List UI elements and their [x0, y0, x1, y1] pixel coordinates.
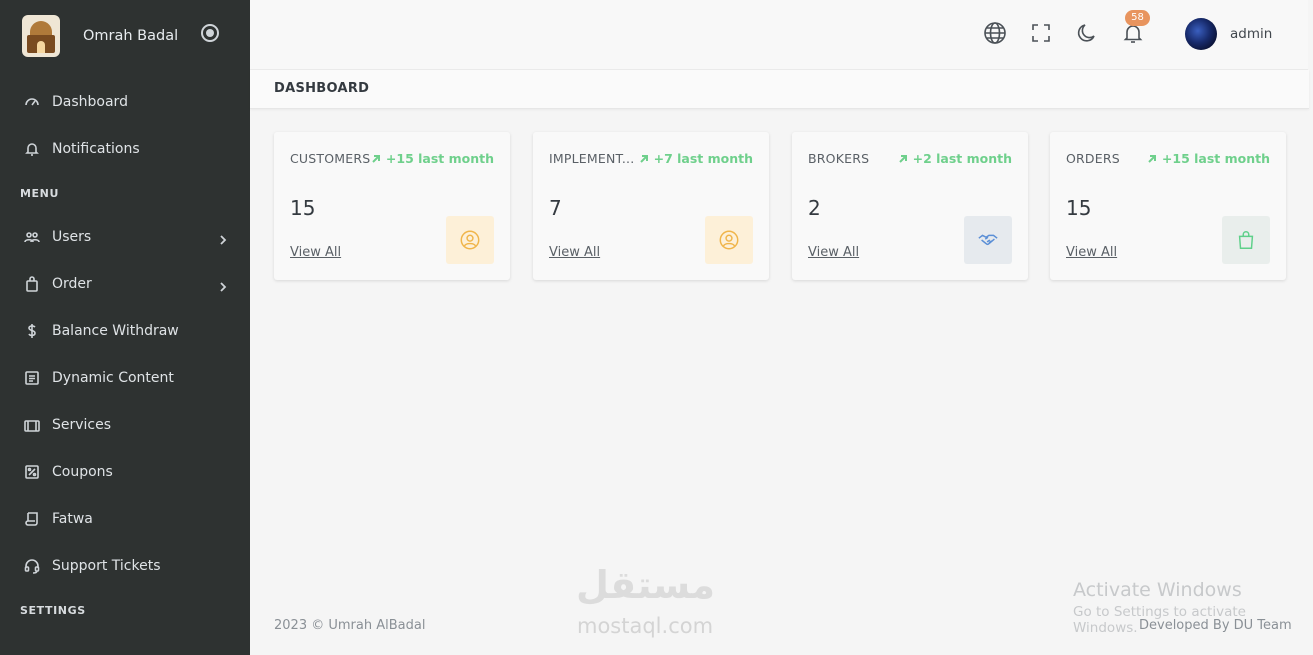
sidebar-item-users[interactable]: Users: [0, 217, 250, 257]
user-circle-icon: [446, 216, 494, 264]
sidebar: Omrah Badal Dashboard Notifications MENU…: [0, 0, 250, 655]
page-title: DASHBOARD: [274, 81, 370, 96]
stat-card-brokers: BROKERS +2 last month 2 View All: [792, 132, 1028, 280]
content-icon: [24, 370, 40, 386]
users-icon: [24, 229, 40, 245]
sidebar-item-support-tickets[interactable]: Support Tickets: [0, 546, 250, 586]
topbar: 58 admin: [250, 0, 1308, 70]
brand-name: Omrah Badal: [83, 28, 179, 44]
username[interactable]: admin: [1230, 26, 1272, 42]
sidebar-item-label: Balance Withdraw: [52, 323, 179, 339]
arrow-up-right-icon: [1148, 154, 1156, 163]
page-header: DASHBOARD: [250, 70, 1309, 109]
sidebar-item-coupons[interactable]: Coupons: [0, 452, 250, 492]
sidebar-item-label: Notifications: [52, 141, 140, 157]
card-title: CUSTOMERS: [290, 151, 371, 166]
card-trend: +2 last month: [898, 151, 1012, 166]
fullscreen-icon[interactable]: [1029, 21, 1053, 45]
settings-section-title: SETTINGS: [20, 604, 86, 617]
sidebar-item-notifications[interactable]: Notifications: [0, 129, 250, 169]
sidebar-item-label: Fatwa: [52, 511, 93, 527]
footer-credit: Developed By DU Team: [1139, 618, 1292, 633]
sidebar-item-label: Services: [52, 417, 112, 433]
sidebar-toggle-icon[interactable]: [201, 24, 219, 42]
brand-logo: [22, 15, 60, 57]
menu-section-title: MENU: [20, 187, 59, 200]
card-title: BROKERS: [808, 151, 870, 166]
card-value: 15: [290, 196, 316, 220]
chevron-right-icon: [217, 231, 229, 245]
stat-card-customers: CUSTOMERS +15 last month 15 View All: [274, 132, 510, 280]
card-trend-text: +15 last month: [1161, 151, 1270, 166]
sidebar-item-label: Coupons: [52, 464, 113, 480]
card-trend-text: +7 last month: [653, 151, 753, 166]
watermark-url: mostaql.com: [577, 614, 714, 638]
shopping-bag-icon: [24, 276, 40, 292]
card-trend-text: +2 last month: [912, 151, 1012, 166]
view-all-link[interactable]: View All: [1066, 245, 1117, 260]
sidebar-item-fatwa[interactable]: Fatwa: [0, 499, 250, 539]
sidebar-item-order[interactable]: Order: [0, 264, 250, 304]
headset-icon: [24, 558, 40, 574]
view-all-link[interactable]: View All: [808, 245, 859, 260]
card-value: 2: [808, 196, 821, 220]
card-value: 15: [1066, 196, 1092, 220]
sidebar-item-dashboard[interactable]: Dashboard: [0, 82, 250, 122]
dashboard-icon: [24, 94, 40, 110]
dollar-icon: [24, 323, 40, 339]
view-all-link[interactable]: View All: [290, 245, 341, 260]
globe-icon[interactable]: [983, 21, 1007, 45]
sidebar-item-balance-withdraw[interactable]: Balance Withdraw: [0, 311, 250, 351]
chevron-right-icon: [217, 278, 229, 292]
notification-badge: 58: [1125, 10, 1150, 26]
sidebar-item-label: Order: [52, 276, 92, 292]
activate-windows-title: Activate Windows: [1073, 579, 1242, 601]
view-all-link[interactable]: View All: [549, 245, 600, 260]
shopping-bag-icon: [1222, 216, 1270, 264]
arrow-up-right-icon: [639, 154, 648, 163]
stat-card-orders: ORDERS +15 last month 15 View All: [1050, 132, 1286, 280]
watermark-logo: مستقل: [576, 563, 715, 607]
percent-icon: [24, 464, 40, 480]
sidebar-item-dynamic-content[interactable]: Dynamic Content: [0, 358, 250, 398]
handshake-icon: [964, 216, 1012, 264]
sidebar-item-label: Support Tickets: [52, 558, 161, 574]
card-trend: +15 last month: [1147, 151, 1270, 166]
card-title: IMPLEMENT...: [549, 151, 635, 166]
sidebar-item-label: Users: [52, 229, 92, 245]
card-title: ORDERS: [1066, 151, 1120, 166]
moon-icon[interactable]: [1075, 21, 1099, 45]
footer-copyright: 2023 © Umrah AlBadal: [274, 618, 426, 633]
arrow-up-right-icon: [898, 154, 907, 163]
card-value: 7: [549, 196, 562, 220]
avatar[interactable]: [1185, 18, 1217, 50]
brand[interactable]: Omrah Badal: [0, 0, 250, 72]
scroll-icon: [24, 511, 40, 527]
bell-icon: [24, 141, 40, 157]
sidebar-item-label: Dashboard: [52, 94, 128, 110]
user-circle-icon: [705, 216, 753, 264]
card-trend: +7 last month: [639, 151, 753, 166]
briefcase-icon: [24, 417, 40, 433]
sidebar-item-services[interactable]: Services: [0, 405, 250, 445]
card-trend-text: +15 last month: [385, 151, 494, 166]
stat-card-implementers: IMPLEMENT... +7 last month 7 View All: [533, 132, 769, 280]
card-trend: +15 last month: [371, 151, 494, 166]
arrow-up-right-icon: [372, 154, 380, 163]
sidebar-item-label: Dynamic Content: [52, 370, 174, 386]
